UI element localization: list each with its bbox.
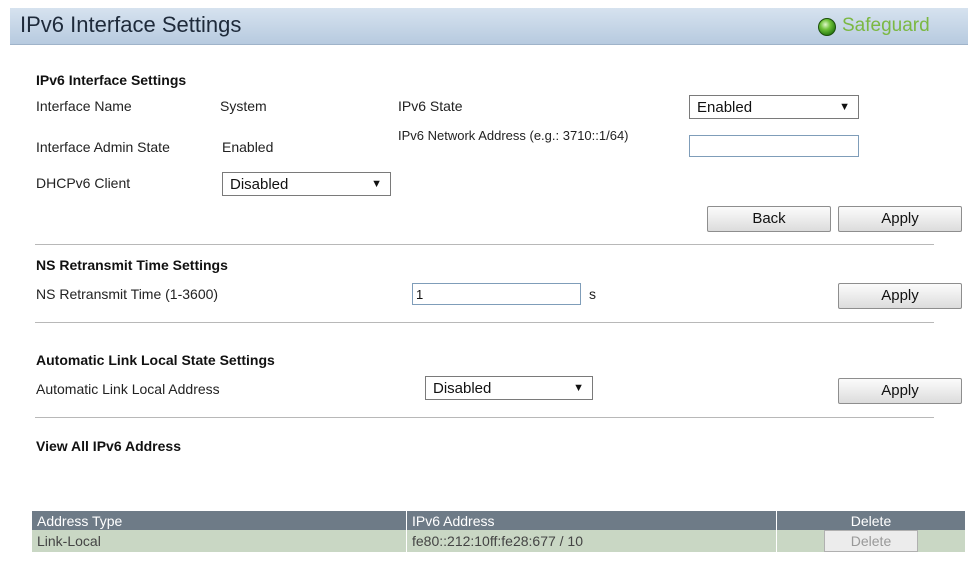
chevron-down-icon: ▼ — [371, 178, 382, 190]
divider — [35, 322, 934, 323]
auto-link-local-label: Automatic Link Local Address — [36, 381, 220, 397]
safeguard-status-icon — [818, 18, 836, 36]
seconds-unit-label: s — [589, 286, 596, 302]
interface-admin-state-value: Enabled — [222, 139, 274, 155]
ipv6-state-select[interactable]: Enabled ▼ — [689, 95, 859, 119]
interface-admin-state-label: Interface Admin State — [36, 139, 170, 155]
table-row: Link-Local fe80::212:10ff:fe28:677 / 10 … — [32, 530, 965, 552]
section-title-link-local: Automatic Link Local State Settings — [36, 352, 275, 368]
divider — [35, 244, 934, 245]
ns-retransmit-time-input[interactable] — [412, 283, 581, 305]
page-header: IPv6 Interface Settings Safeguard — [10, 8, 968, 45]
dhcpv6-client-label: DHCPv6 Client — [36, 175, 131, 191]
interface-name-value: System — [220, 98, 267, 114]
ipv6-network-address-input[interactable] — [689, 135, 859, 157]
auto-link-local-selected: Disabled — [433, 380, 492, 397]
section-title-view-all: View All IPv6 Address — [36, 438, 181, 454]
apply-link-local-button[interactable]: Apply — [838, 378, 962, 404]
dhcpv6-client-selected: Disabled — [230, 176, 289, 193]
delete-cell: Delete — [776, 530, 965, 552]
delete-button[interactable]: Delete — [824, 530, 918, 552]
dhcpv6-client-select[interactable]: Disabled ▼ — [222, 172, 391, 196]
ipv6-network-address-label: IPv6 Network Address (e.g.: 3710::1/64) — [398, 128, 629, 143]
ipv6-state-selected: Enabled — [697, 99, 753, 116]
section-title-ipv6-interface: IPv6 Interface Settings — [36, 72, 187, 88]
safeguard-label: Safeguard — [842, 15, 930, 36]
ns-retransmit-time-label: NS Retransmit Time (1-3600) — [36, 286, 219, 302]
chevron-down-icon: ▼ — [839, 101, 850, 113]
ipv6-state-label: IPv6 State — [398, 98, 463, 114]
column-header-ipv6-address: IPv6 Address — [406, 511, 777, 530]
address-type-cell: Link-Local — [32, 530, 407, 552]
auto-link-local-select[interactable]: Disabled ▼ — [425, 376, 593, 400]
ipv6-address-table: Address Type IPv6 Address Delete Link-Lo… — [32, 511, 965, 552]
ipv6-address-cell: fe80::212:10ff:fe28:677 / 10 — [406, 530, 777, 552]
divider — [35, 417, 934, 418]
table-header-row: Address Type IPv6 Address Delete — [32, 511, 965, 530]
page-title: IPv6 Interface Settings — [20, 12, 242, 37]
column-header-delete: Delete — [776, 511, 965, 530]
apply-ns-retransmit-button[interactable]: Apply — [838, 283, 962, 309]
chevron-down-icon: ▼ — [573, 382, 584, 394]
back-button[interactable]: Back — [707, 206, 831, 232]
column-header-address-type: Address Type — [32, 511, 407, 530]
section-title-ns-retransmit: NS Retransmit Time Settings — [36, 257, 228, 273]
interface-name-label: Interface Name — [36, 98, 132, 114]
apply-ipv6-button[interactable]: Apply — [838, 206, 962, 232]
